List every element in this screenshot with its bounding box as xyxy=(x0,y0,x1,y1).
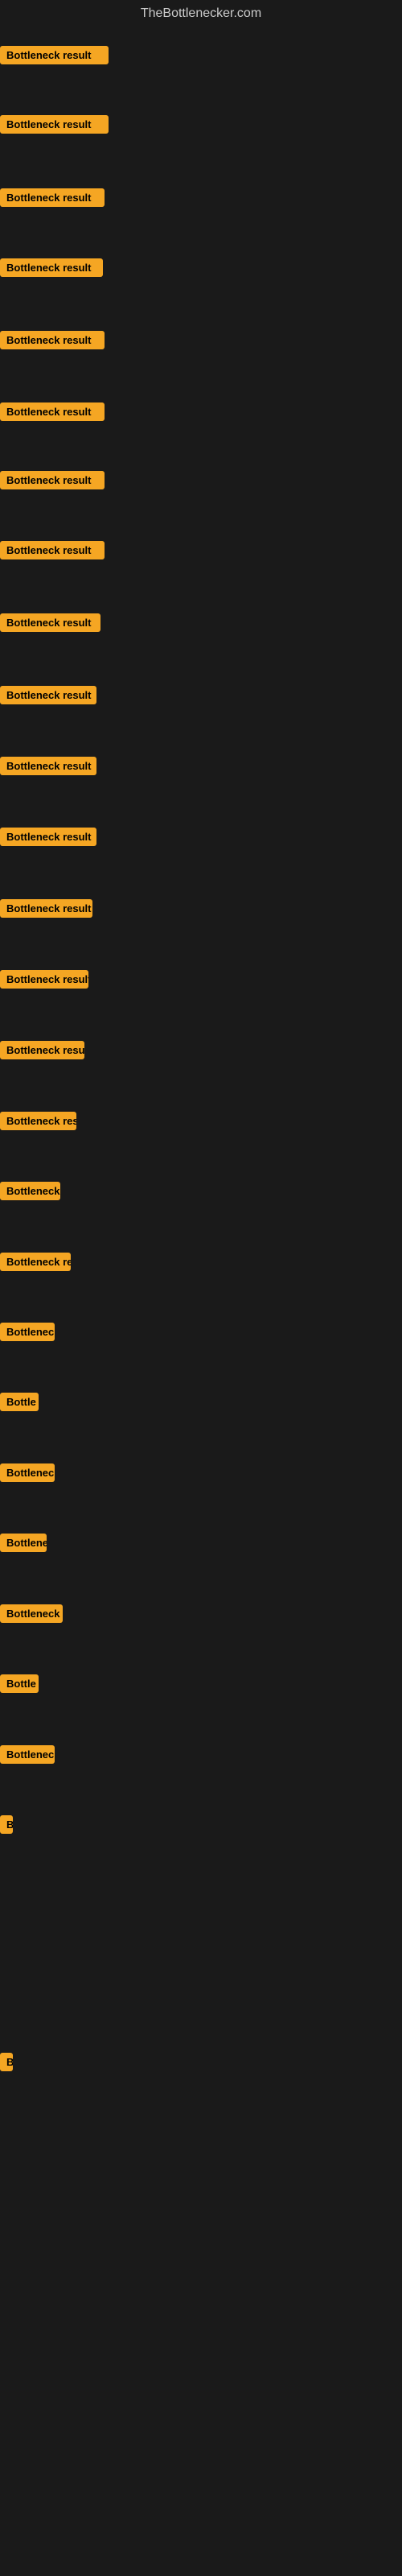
bottleneck-result-label[interactable]: Bottleneck result xyxy=(0,402,105,421)
bottleneck-result-label[interactable]: Bottleneck r xyxy=(0,1604,63,1623)
bottleneck-result-label[interactable]: Bottleneck result xyxy=(0,613,100,632)
bottleneck-result-label[interactable]: Bottleneck result xyxy=(0,471,105,489)
bottleneck-result-label[interactable]: Bottlenec xyxy=(0,1323,55,1341)
bottleneck-result-row: Bottleneck result xyxy=(0,402,105,425)
bottleneck-result-row: Bottleneck resu xyxy=(0,1112,76,1134)
bottleneck-result-label[interactable]: Bottleneck result xyxy=(0,258,103,277)
bottleneck-result-label[interactable]: Bottlenec xyxy=(0,1745,55,1764)
bottleneck-result-row: Bottlenec xyxy=(0,1323,55,1345)
bottleneck-result-row: Bottleneck res xyxy=(0,1253,71,1275)
bottleneck-result-row: Bottleneck result xyxy=(0,46,109,68)
bottleneck-result-label[interactable]: Bottleneck result xyxy=(0,1041,84,1059)
bottleneck-result-label[interactable]: Bottleneck result xyxy=(0,757,96,775)
bottleneck-result-row: Bottleneck result xyxy=(0,899,92,922)
bottleneck-result-row: Bottleneck result xyxy=(0,613,100,636)
bottleneck-result-label[interactable]: Bottleneck result xyxy=(0,686,96,704)
bottleneck-result-row: Bottleneck result xyxy=(0,188,105,211)
site-title: TheBottlenecker.com xyxy=(0,0,402,27)
bottleneck-result-label[interactable]: Bottleneck xyxy=(0,1182,60,1200)
bottleneck-result-row: Bottleneck result xyxy=(0,258,103,281)
bottleneck-result-label[interactable]: B xyxy=(0,1815,13,1834)
bottleneck-result-label[interactable]: Bottleneck result xyxy=(0,188,105,207)
bottleneck-result-row: Bottlene xyxy=(0,1534,47,1556)
bottleneck-result-row: Bottleneck result xyxy=(0,828,96,850)
bottleneck-result-row: Bottleneck result xyxy=(0,541,105,564)
bottleneck-result-label[interactable]: Bottlene xyxy=(0,1534,47,1552)
bottleneck-result-label[interactable]: Bottleneck result xyxy=(0,970,88,989)
bottleneck-result-row: Bottleneck result xyxy=(0,757,96,779)
bottleneck-result-row: Bottleneck result xyxy=(0,1041,84,1063)
bottleneck-result-row: Bottleneck result xyxy=(0,686,96,708)
bottleneck-result-label[interactable]: Bottleneck res xyxy=(0,1253,71,1271)
bottleneck-result-row: B xyxy=(0,1815,13,1838)
bottleneck-result-row: Bottlenec xyxy=(0,1463,55,1486)
bottleneck-result-row: Bottleneck result xyxy=(0,471,105,493)
bottleneck-result-label[interactable]: Bottleneck result xyxy=(0,46,109,64)
bottleneck-result-label[interactable]: Bottleneck result xyxy=(0,541,105,559)
bottleneck-result-label[interactable]: Bottleneck resu xyxy=(0,1112,76,1130)
bottleneck-result-row: Bottle xyxy=(0,1393,39,1415)
bottleneck-result-row: Bottleneck xyxy=(0,1182,60,1204)
bottleneck-result-label[interactable]: Bottleneck result xyxy=(0,115,109,134)
bottleneck-result-row: Bottleneck result xyxy=(0,331,105,353)
bottleneck-result-label[interactable]: Bottle xyxy=(0,1674,39,1693)
bottleneck-result-label[interactable]: Bottle xyxy=(0,1393,39,1411)
bottleneck-result-label[interactable]: Bottleneck result xyxy=(0,331,105,349)
bottleneck-result-label[interactable]: Bottleneck result xyxy=(0,828,96,846)
bottleneck-result-label[interactable]: Bottlenec xyxy=(0,1463,55,1482)
bottleneck-result-row: Bottle xyxy=(0,1674,39,1697)
bottleneck-result-row: Bottleneck result xyxy=(0,970,88,993)
bottleneck-result-row: Bottlenec xyxy=(0,1745,55,1768)
bottleneck-result-label[interactable]: Bottleneck result xyxy=(0,899,92,918)
bottleneck-result-row: Bottleneck r xyxy=(0,1604,63,1627)
bottleneck-result-row: B xyxy=(0,2053,13,2075)
bottleneck-result-label[interactable]: B xyxy=(0,2053,13,2071)
bottleneck-result-row: Bottleneck result xyxy=(0,115,109,138)
